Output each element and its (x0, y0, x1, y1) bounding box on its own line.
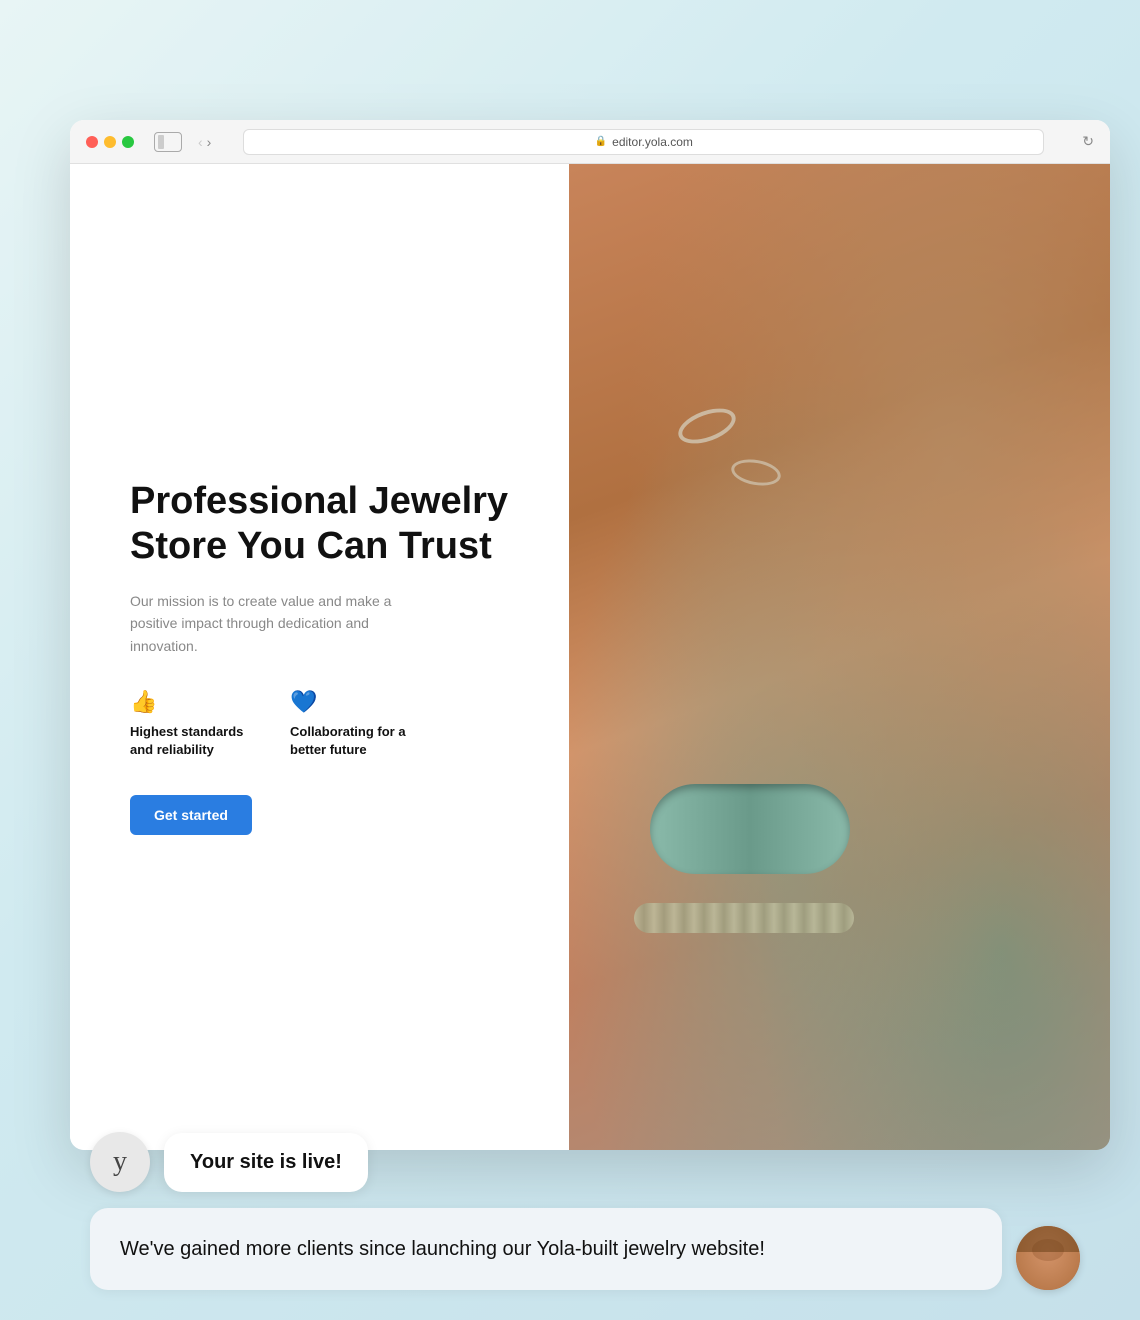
chat-row-1: y Your site is live! (90, 1132, 1090, 1192)
lock-icon: 🔒 (595, 136, 607, 147)
user-avatar-face (1016, 1226, 1080, 1290)
yola-avatar: y (90, 1132, 150, 1192)
bracelet-element (650, 784, 850, 874)
chat-row-2: We've gained more clients since launchin… (90, 1208, 1090, 1290)
close-button[interactable] (86, 136, 98, 148)
browser-chrome: ‹ › 🔒 editor.yola.com ↻ (70, 120, 1110, 164)
forward-arrow[interactable]: › (207, 135, 212, 149)
testimonial-bubble: We've gained more clients since launchin… (90, 1208, 1002, 1290)
site-live-bubble: Your site is live! (164, 1133, 368, 1192)
thumbs-up-icon (130, 689, 250, 715)
feature-item-2: Collaborating for a better future (290, 689, 410, 759)
right-panel (569, 164, 1110, 1150)
heart-icon (290, 689, 410, 715)
reload-button[interactable]: ↻ (1082, 133, 1094, 150)
traffic-lights (86, 136, 134, 148)
feature-1-label: Highest standards and reliability (130, 723, 250, 759)
sidebar-icon (158, 135, 164, 149)
back-arrow[interactable]: ‹ (198, 135, 203, 149)
nav-arrows: ‹ › (198, 135, 211, 149)
jewelry-image (569, 164, 1110, 1150)
yola-avatar-letter: y (113, 1146, 127, 1178)
url-text: editor.yola.com (612, 135, 693, 149)
website-content: Professional Jewelry Store You Can Trust… (70, 164, 1110, 1150)
features-row: Highest standards and reliability Collab… (130, 689, 519, 759)
feature-item-1: Highest standards and reliability (130, 689, 250, 759)
maximize-button[interactable] (122, 136, 134, 148)
hero-description: Our mission is to create value and make … (130, 590, 410, 657)
get-started-button[interactable]: Get started (130, 795, 252, 835)
user-avatar (1016, 1226, 1080, 1290)
minimize-button[interactable] (104, 136, 116, 148)
ring-band-element (634, 903, 854, 933)
jewelry-overlay (569, 164, 1110, 1150)
chat-overlay: y Your site is live! We've gained more c… (70, 1132, 1110, 1290)
left-panel: Professional Jewelry Store You Can Trust… (70, 164, 569, 1150)
feature-2-label: Collaborating for a better future (290, 723, 410, 759)
browser-window: ‹ › 🔒 editor.yola.com ↻ Professional Jew… (70, 120, 1110, 1150)
address-bar[interactable]: 🔒 editor.yola.com (243, 129, 1044, 155)
hero-title: Professional Jewelry Store You Can Trust (130, 479, 519, 570)
sidebar-toggle[interactable] (154, 132, 182, 152)
